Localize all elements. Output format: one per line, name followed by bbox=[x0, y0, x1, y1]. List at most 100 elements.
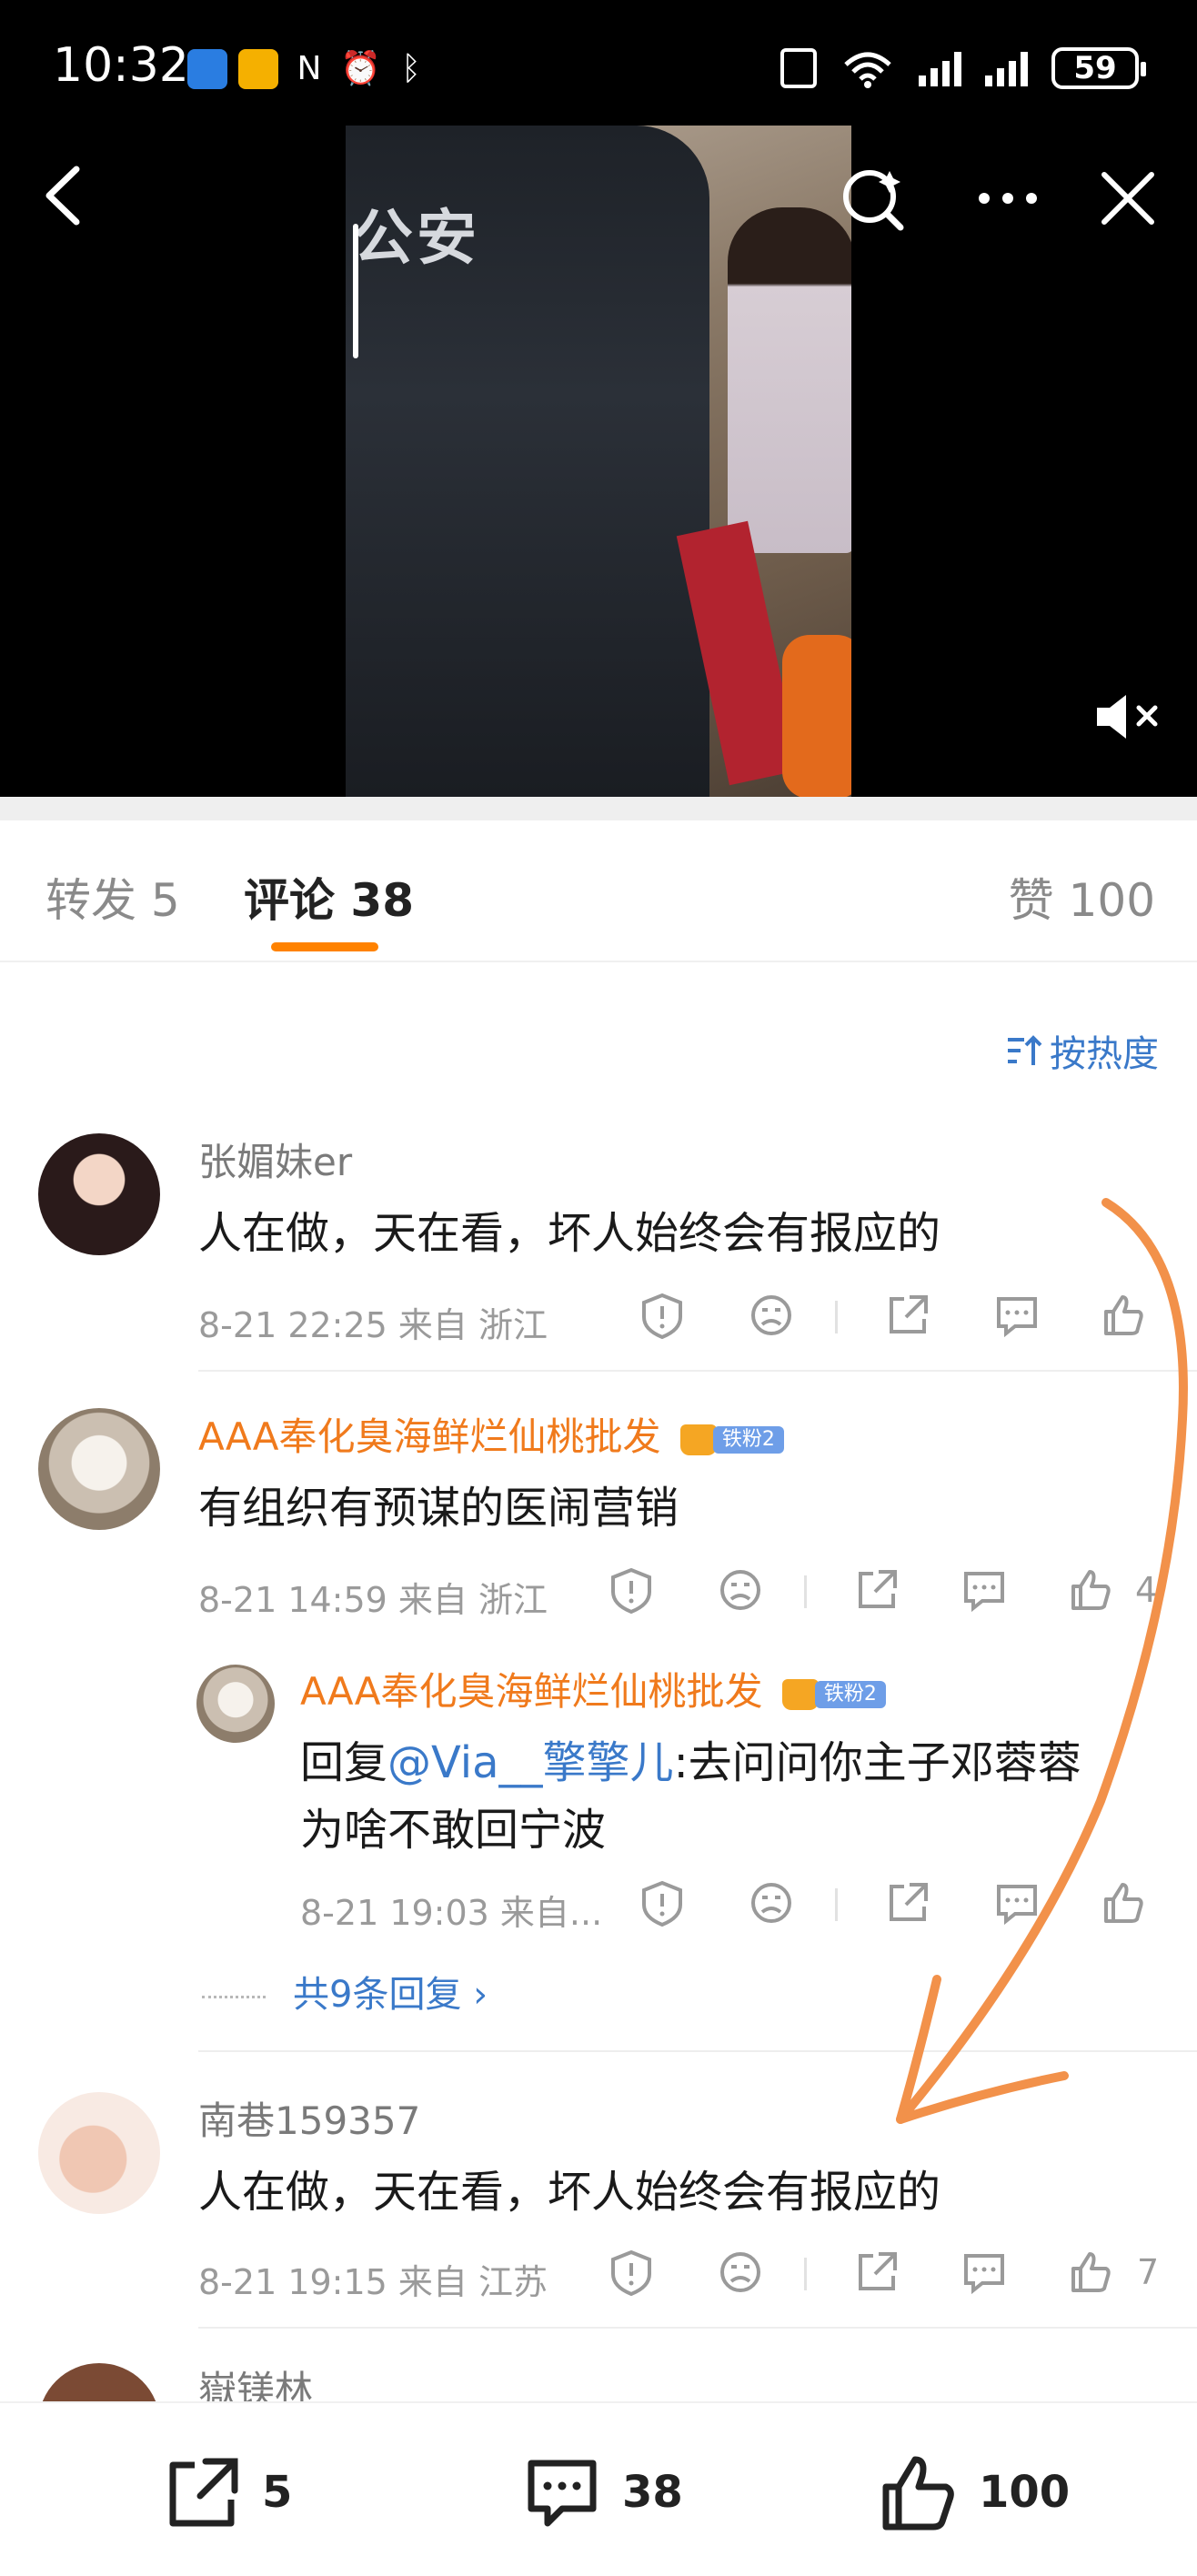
reply-mention-link[interactable]: @Via__擎擎儿 bbox=[387, 1737, 674, 1788]
notification-icons: N ⏰ ᛒ bbox=[187, 49, 431, 89]
vest-text: 公安 bbox=[353, 203, 480, 273]
crown-icon bbox=[679, 1424, 717, 1455]
action-separator bbox=[835, 1888, 838, 1921]
status-bar: 10:32 N ⏰ ᛒ 59 bbox=[0, 0, 1197, 136]
dislike-face-icon[interactable] bbox=[715, 2247, 766, 2298]
like-icon[interactable] bbox=[1066, 2247, 1117, 2298]
report-icon[interactable] bbox=[637, 1877, 688, 1928]
video-scene-child bbox=[728, 207, 851, 553]
battery-icon: 59 bbox=[1051, 47, 1146, 89]
mute-icon[interactable] bbox=[1091, 689, 1164, 744]
dotted-leader bbox=[202, 1995, 266, 1998]
fan-badge-label: 铁粉2 bbox=[814, 1680, 886, 1708]
reply-username[interactable]: AAA奉化臭海鲜烂仙桃批发 铁粉2 bbox=[300, 1661, 886, 1716]
like-count-total: 100 bbox=[979, 2467, 1071, 2518]
share-icon[interactable] bbox=[851, 2247, 902, 2298]
alarm-icon: ⏰ bbox=[340, 50, 381, 87]
video-frame[interactable]: 公安 bbox=[346, 126, 851, 797]
comment-text[interactable]: 人在做，天在看，坏人始终会有报应的 bbox=[198, 2156, 940, 2219]
comment-username-text: AAA奉化臭海鲜烂仙桃批发 bbox=[198, 1414, 661, 1459]
avatar[interactable] bbox=[38, 1408, 160, 1530]
vibrate-icon bbox=[780, 48, 817, 88]
avatar[interactable] bbox=[38, 1133, 160, 1255]
more-options-icon[interactable] bbox=[971, 162, 1044, 235]
comment-button[interactable]: 38 bbox=[520, 2450, 683, 2534]
share-icon[interactable] bbox=[882, 1290, 933, 1341]
comment-icon bbox=[528, 2460, 597, 2527]
report-icon[interactable] bbox=[637, 1290, 688, 1341]
comment-text[interactable]: 有组织有预谋的医闹营销 bbox=[198, 1472, 679, 1535]
system-icons: 59 bbox=[780, 47, 1146, 89]
comment-divider bbox=[198, 2050, 1197, 2052]
comment-actions: 7 bbox=[0, 2247, 1197, 2301]
video-player[interactable]: 10:32 N ⏰ ᛒ 59 公安 bbox=[0, 0, 1197, 797]
sort-button[interactable]: 按热度 bbox=[1006, 1024, 1159, 1077]
bottom-action-bar: 5 38 100 bbox=[0, 2401, 1197, 2576]
close-icon[interactable] bbox=[1091, 162, 1164, 235]
comment-actions bbox=[0, 1290, 1197, 1344]
sort-icon bbox=[1008, 1035, 1042, 1065]
signal-icon-1 bbox=[919, 50, 961, 86]
comment-divider bbox=[198, 1370, 1197, 1372]
action-separator bbox=[804, 2258, 807, 2290]
reply-prefix: 回复 bbox=[300, 1737, 388, 1788]
like-icon[interactable] bbox=[1099, 1877, 1150, 1928]
action-separator bbox=[804, 1575, 807, 1608]
avatar[interactable] bbox=[38, 2092, 160, 2214]
comment-actions: 4 bbox=[0, 1565, 1197, 1619]
weibo-app-icon bbox=[238, 49, 278, 89]
fan-badge: 铁粉2 bbox=[679, 1423, 784, 1457]
report-icon[interactable] bbox=[606, 2247, 657, 2298]
active-tab-indicator bbox=[271, 942, 378, 951]
back-icon[interactable] bbox=[36, 164, 91, 227]
crown-icon bbox=[781, 1678, 819, 1710]
sort-label: 按热度 bbox=[1050, 1033, 1159, 1075]
like-icon[interactable] bbox=[1099, 1290, 1150, 1341]
comment-count: 38 bbox=[622, 2467, 683, 2518]
comment-username[interactable]: AAA奉化臭海鲜烂仙桃批发 铁粉2 bbox=[198, 1406, 784, 1462]
repost-button[interactable]: 5 bbox=[160, 2450, 292, 2534]
reply-icon[interactable] bbox=[991, 1877, 1042, 1928]
like-count: 7 bbox=[1137, 2252, 1160, 2292]
reply-username-text: AAA奉化臭海鲜烂仙桃批发 bbox=[300, 1669, 763, 1714]
report-icon[interactable] bbox=[606, 1565, 657, 1615]
tab-like[interactable]: 赞 100 bbox=[1009, 864, 1155, 930]
comment-text[interactable]: 人在做，天在看，坏人始终会有报应的 bbox=[198, 1197, 940, 1261]
like-icon[interactable] bbox=[1066, 1565, 1117, 1615]
video-scene-bag bbox=[782, 635, 851, 797]
video-scrub-handle[interactable] bbox=[353, 224, 358, 358]
tab-comment[interactable]: 评论 38 bbox=[244, 864, 414, 930]
like-button[interactable]: 100 bbox=[877, 2450, 1070, 2534]
share-icon[interactable] bbox=[882, 1877, 933, 1928]
reply-icon[interactable] bbox=[991, 1290, 1042, 1341]
reply-text-line2[interactable]: 为啥不敢回宁波 bbox=[300, 1794, 606, 1857]
tab-repost[interactable]: 转发 5 bbox=[45, 864, 180, 930]
signal-icon-2 bbox=[985, 50, 1028, 86]
repost-count: 5 bbox=[262, 2467, 293, 2518]
repost-icon bbox=[169, 2458, 238, 2527]
reply-icon[interactable] bbox=[959, 2247, 1010, 2298]
more-replies-label: 共9条回复 › bbox=[293, 1974, 488, 2016]
action-separator bbox=[835, 1301, 838, 1333]
share-icon[interactable] bbox=[851, 1565, 902, 1615]
more-replies-link[interactable]: 共9条回复 › bbox=[202, 1965, 488, 2018]
dislike-face-icon[interactable] bbox=[746, 1290, 797, 1341]
reply-actions bbox=[0, 1877, 1197, 1932]
like-count: 4 bbox=[1135, 1570, 1158, 1610]
search-icon[interactable] bbox=[837, 162, 910, 235]
comment-username[interactable]: 南巷159357 bbox=[198, 2090, 420, 2146]
thumbs-up-icon bbox=[882, 2456, 954, 2531]
reply-avatar[interactable] bbox=[196, 1665, 275, 1743]
section-divider bbox=[0, 797, 1197, 820]
interaction-tabs: 转发 5 评论 38 赞 100 bbox=[0, 820, 1197, 962]
dislike-face-icon[interactable] bbox=[715, 1565, 766, 1615]
security-app-icon bbox=[187, 49, 227, 89]
dislike-face-icon[interactable] bbox=[746, 1877, 797, 1928]
fan-badge: 铁粉2 bbox=[781, 1677, 886, 1712]
status-time: 10:32 bbox=[53, 38, 189, 93]
wifi-icon bbox=[844, 52, 891, 88]
video-scene-officer: 公安 bbox=[346, 126, 709, 797]
comment-username[interactable]: 张媚妹er bbox=[198, 1132, 352, 1187]
reply-text[interactable]: 回复@Via__擎擎儿:去问问你主子邓蓉蓉 bbox=[300, 1726, 1081, 1790]
reply-icon[interactable] bbox=[959, 1565, 1010, 1615]
